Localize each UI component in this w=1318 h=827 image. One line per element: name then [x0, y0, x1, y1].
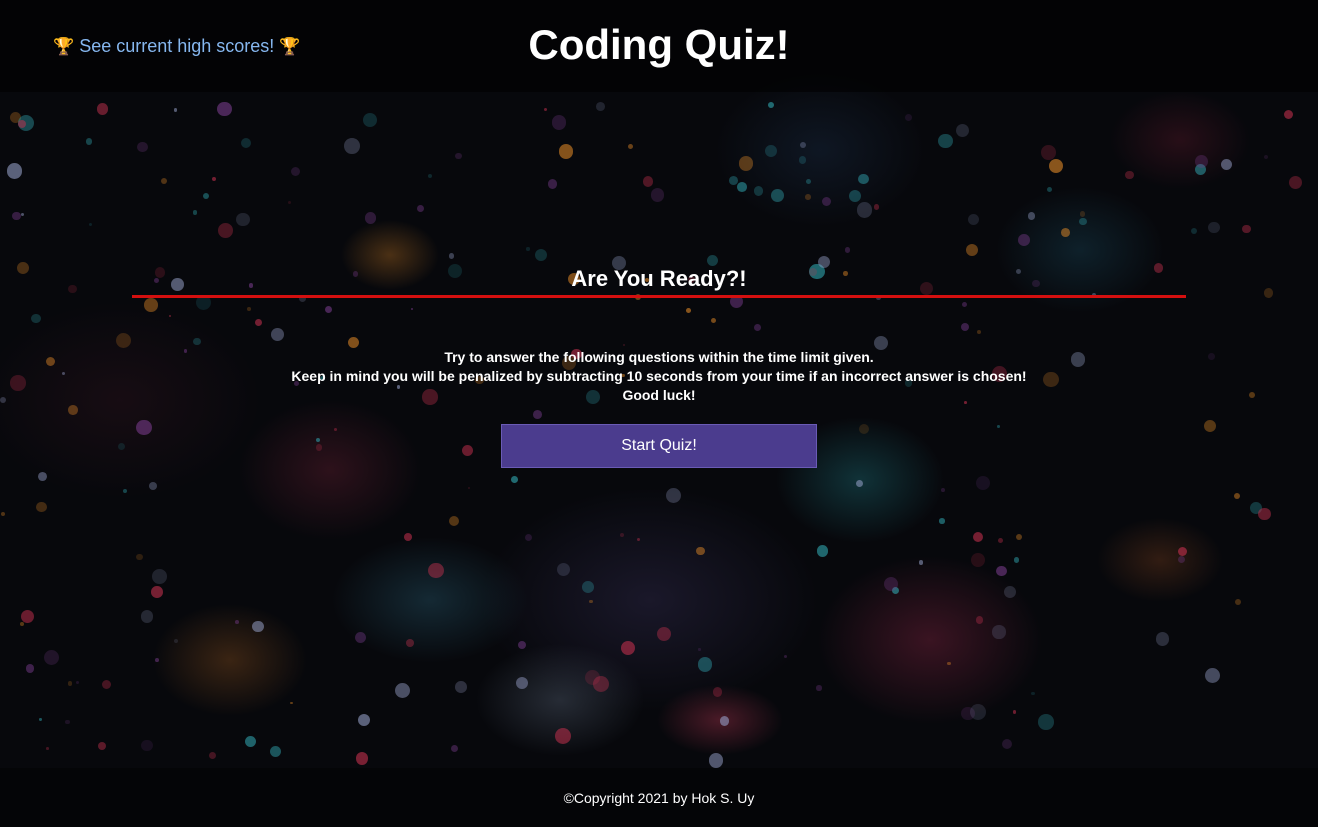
instruction-line: Good luck! — [622, 387, 696, 403]
start-quiz-button[interactable]: Start Quiz! — [501, 424, 817, 468]
intro-heading: Are You Ready?! — [571, 266, 747, 291]
instructions: Try to answer the following questions wi… — [132, 348, 1186, 405]
page-title: Coding Quiz! — [528, 21, 790, 68]
copyright-text: ©Copyright 2021 by Hok S. Uy — [563, 790, 755, 806]
page-footer: ©Copyright 2021 by Hok S. Uy — [0, 768, 1318, 827]
page-header: 🏆 See current high scores! 🏆 Coding Quiz… — [0, 0, 1318, 92]
heading-divider — [132, 295, 1186, 298]
instruction-line: Keep in mind you will be penalized by su… — [291, 368, 1027, 384]
intro-card: Are You Ready?! Try to answer the follow… — [132, 263, 1186, 468]
instruction-line: Try to answer the following questions wi… — [444, 349, 874, 365]
